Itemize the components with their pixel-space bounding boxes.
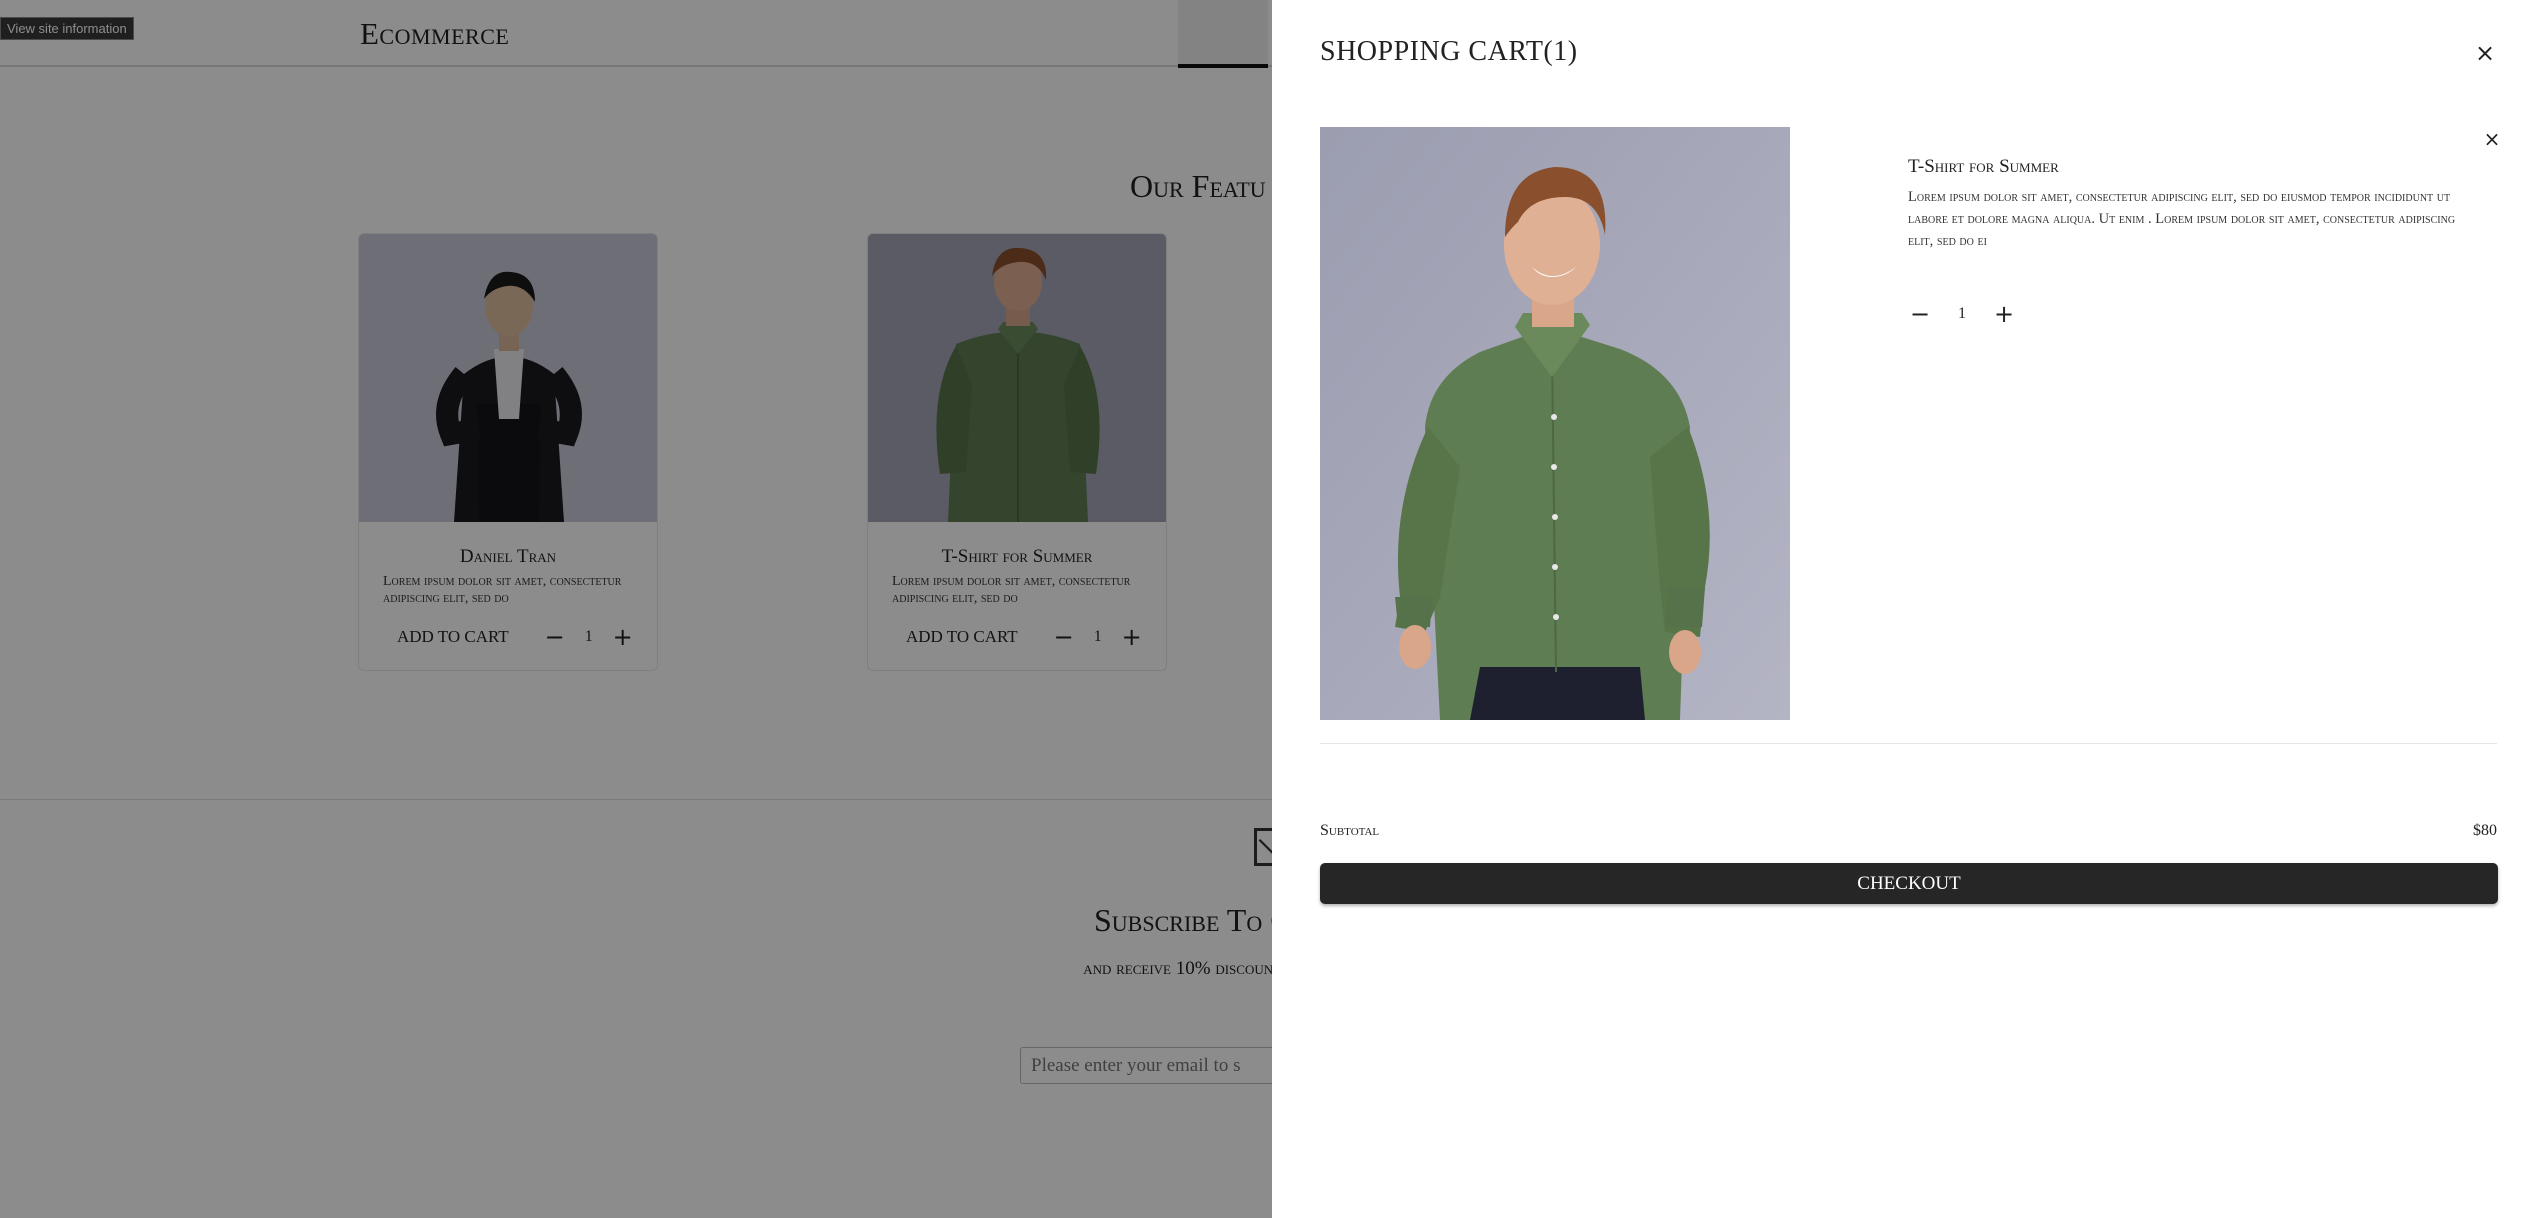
cart-item-quantity-stepper: − 1 + (1908, 302, 2016, 326)
cart-item-name: T-Shirt for Summer (1908, 156, 2059, 177)
remove-item-icon[interactable]: × (2477, 124, 2507, 154)
quantity-value: 1 (1958, 305, 1966, 322)
minus-icon[interactable]: − (1908, 302, 1932, 326)
checkout-button[interactable]: CHECKOUT (1320, 863, 2498, 904)
shopping-cart-drawer: SHOPPING CART(1) × × T-Shirt for Summer … (1272, 0, 2545, 1218)
shirt-model-photo (1320, 127, 1790, 720)
cart-item-image (1320, 127, 1790, 720)
cart-title: SHOPPING CART(1) (1320, 36, 1578, 67)
cart-item-description: Lorem ipsum dolor sit amet, consectetur … (1908, 189, 2456, 249)
subtotal-label: Subtotal (1320, 822, 1380, 839)
cart-divider (1320, 743, 2497, 744)
subtotal-value: $80 (2473, 822, 2497, 839)
close-icon[interactable]: × (2470, 38, 2500, 68)
plus-icon[interactable]: + (1992, 302, 2016, 326)
